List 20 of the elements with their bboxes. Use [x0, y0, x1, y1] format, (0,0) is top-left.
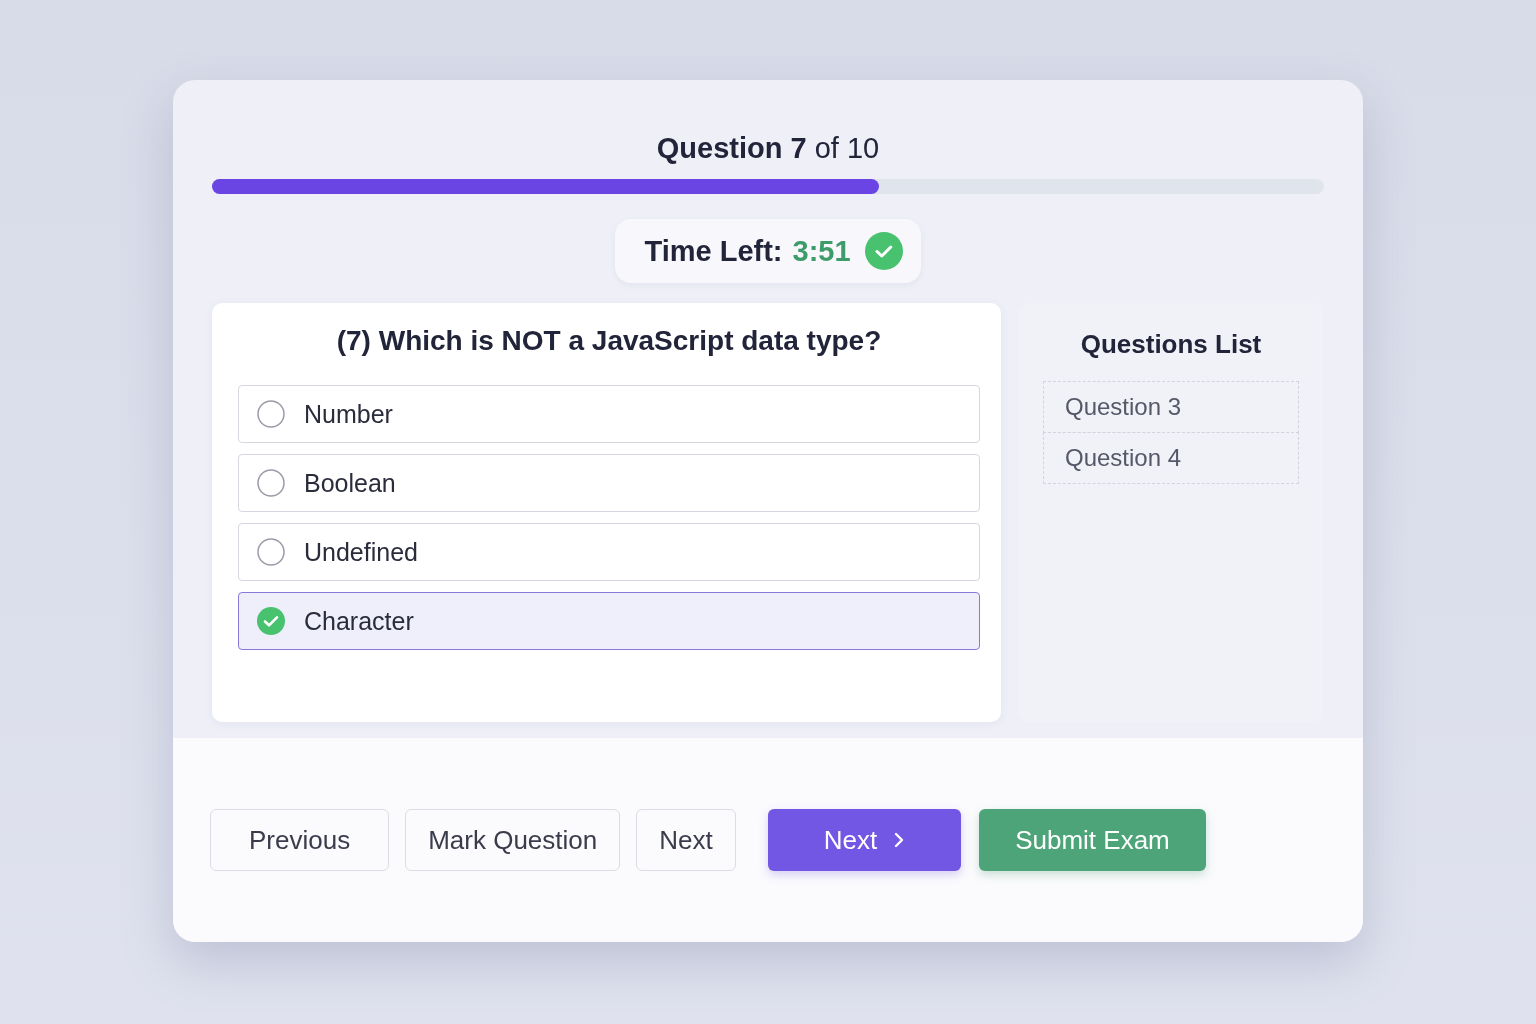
nav-button[interactable]: Next	[636, 809, 736, 871]
answer-option[interactable]: Character	[238, 592, 980, 650]
timer-label: Time Left:	[644, 234, 783, 268]
answer-option[interactable]: Boolean	[238, 454, 980, 512]
radio-icon	[256, 468, 286, 498]
check-icon	[256, 606, 286, 636]
question-link[interactable]: Question 3	[1043, 381, 1299, 433]
radio-icon	[256, 399, 286, 429]
next-button[interactable]: Next	[767, 809, 962, 871]
radio-icon	[256, 537, 286, 567]
answer-option[interactable]: Number	[238, 385, 980, 443]
question-counter: Question 7 of 10	[656, 132, 880, 165]
chevron-icon	[893, 831, 906, 849]
answer-option[interactable]: Undefined	[238, 523, 980, 581]
nav-button[interactable]: Previous	[210, 809, 390, 871]
panel-title: Questions List	[1080, 329, 1262, 360]
question-link[interactable]: Question 4	[1043, 432, 1299, 484]
timer-value: 3:51	[792, 234, 851, 268]
question-text: (7) Which is NOT a JavaScript data type?	[335, 325, 883, 357]
nav-button[interactable]: Mark Question	[405, 809, 621, 871]
